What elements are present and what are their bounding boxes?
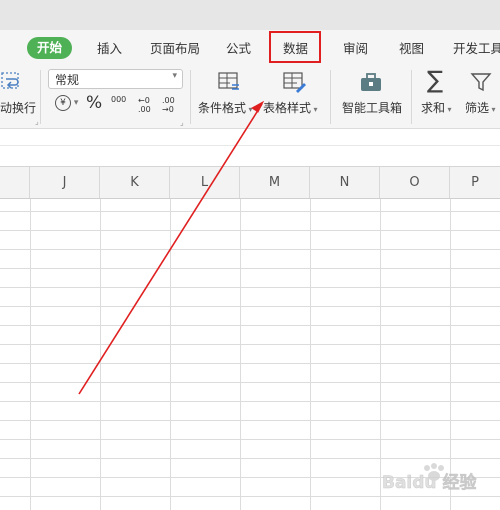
table-style-button[interactable]: 表格样式 ▾ <box>263 99 318 116</box>
tab-view[interactable]: 视图 <box>399 38 424 60</box>
currency-icon: ¥ <box>55 95 71 111</box>
table-style-label: 表格样式 <box>263 101 312 115</box>
filter-icon[interactable] <box>469 70 493 94</box>
wrap-text-icon[interactable] <box>0 70 24 92</box>
number-format-value: 常规 <box>55 73 80 87</box>
column-header-o[interactable]: O <box>380 167 450 198</box>
column-header-j[interactable]: J <box>30 167 100 198</box>
divider <box>0 145 500 146</box>
data-tab-highlight-box <box>269 31 321 63</box>
wrap-text-label[interactable]: 动换行 <box>0 99 36 116</box>
dialog-launcher-icon[interactable]: ⌟ <box>35 117 39 126</box>
ribbon-divider <box>411 70 412 124</box>
decrease-decimal-button[interactable]: .00 →0 <box>162 96 184 114</box>
conditional-format-button[interactable]: 条件格式 ▾ <box>198 99 253 116</box>
ribbon-divider <box>330 70 331 124</box>
number-format-select[interactable]: 常规 ▾ <box>48 69 183 89</box>
tab-home[interactable]: 开始 <box>27 37 73 59</box>
increase-decimal-button[interactable]: ←0 .00 <box>138 96 160 114</box>
column-header-p[interactable]: P <box>450 167 500 198</box>
baidu-watermark: Baidu 经验 <box>380 460 495 504</box>
column-header-n[interactable]: N <box>310 167 380 198</box>
formula-bar-area <box>0 129 500 166</box>
table-style-icon[interactable] <box>281 70 307 94</box>
sum-icon[interactable]: ∑ <box>427 66 443 94</box>
tab-formulas[interactable]: 公式 <box>226 38 251 60</box>
tab-insert[interactable]: 插入 <box>97 38 122 60</box>
currency-format-button[interactable]: ¥ ▾ <box>55 94 78 111</box>
column-header-row: J K L M N O P <box>0 166 500 199</box>
filter-button[interactable]: 筛选 ▾ <box>465 99 496 116</box>
filter-label: 筛选 <box>465 101 490 115</box>
tab-developer[interactable]: 开发工具 <box>453 38 500 60</box>
tab-review[interactable]: 审阅 <box>343 38 368 60</box>
column-header-partial[interactable] <box>0 167 30 198</box>
title-bar <box>0 0 500 30</box>
ribbon-tab-bar: 开始 插入 页面布局 公式 数据 审阅 视图 开发工具 <box>0 30 500 66</box>
column-header-m[interactable]: M <box>240 167 310 198</box>
percent-format-button[interactable]: % <box>86 93 102 113</box>
chevron-down-icon: ▾ <box>172 71 177 81</box>
smart-toolbox-button[interactable]: 智能工具箱 <box>342 99 402 116</box>
ribbon-divider <box>190 70 191 124</box>
ribbon-divider <box>40 70 41 124</box>
dialog-launcher-icon[interactable]: ⌟ <box>180 118 184 127</box>
thousands-separator-button[interactable]: 000 <box>111 96 126 104</box>
tab-page-layout[interactable]: 页面布局 <box>150 38 200 60</box>
conditional-format-icon[interactable] <box>216 70 242 94</box>
column-header-k[interactable]: K <box>100 167 170 198</box>
conditional-format-label: 条件格式 <box>198 101 247 115</box>
sum-label: 求和 <box>421 101 446 115</box>
baidu-paw-icon: Baidu 经验 <box>382 463 478 493</box>
column-header-l[interactable]: L <box>170 167 240 198</box>
sum-button[interactable]: 求和 ▾ <box>421 99 452 116</box>
toolbox-icon[interactable] <box>358 71 384 93</box>
